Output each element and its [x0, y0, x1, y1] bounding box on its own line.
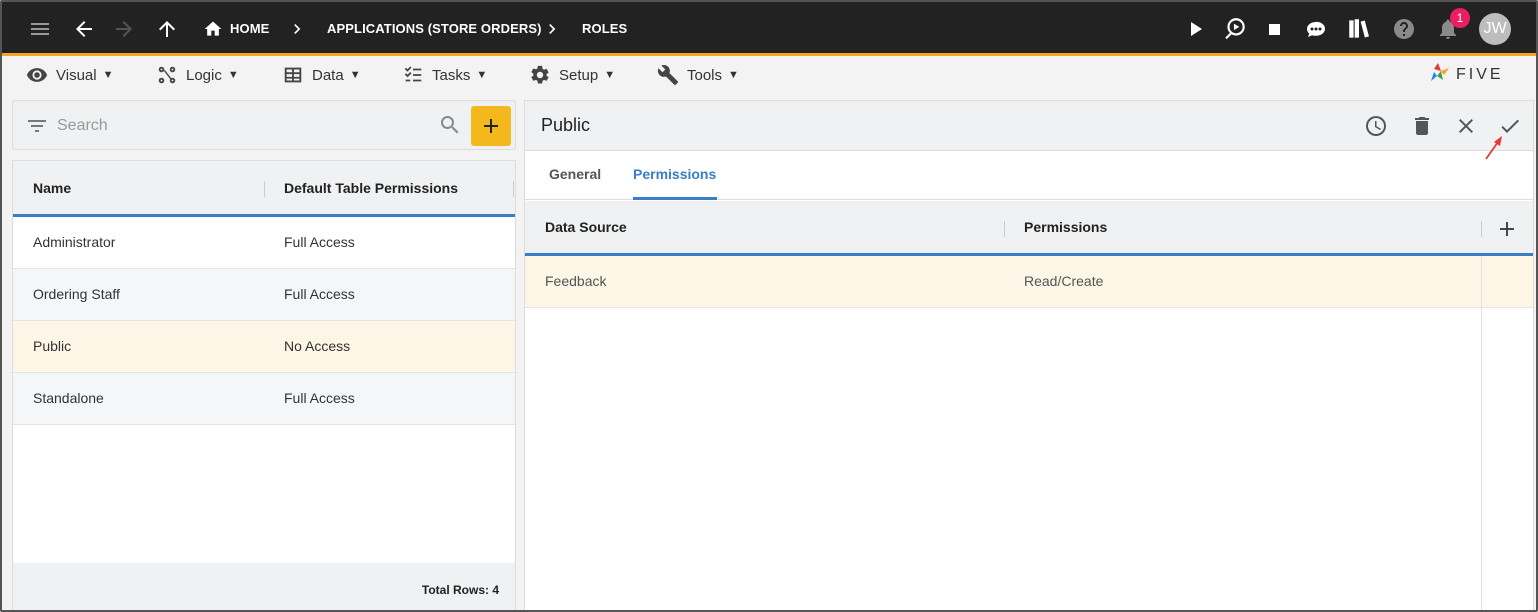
- column-divider[interactable]: [264, 181, 265, 197]
- role-name: Standalone: [33, 390, 104, 406]
- hamburger-menu-icon[interactable]: [28, 17, 52, 41]
- breadcrumb-roles[interactable]: ROLES: [582, 21, 627, 36]
- caret-down-icon: ▼: [476, 69, 488, 81]
- back-arrow-icon[interactable]: [72, 17, 96, 41]
- menu-visual-label: Visual: [56, 66, 97, 84]
- column-header-name[interactable]: Name: [33, 180, 71, 196]
- chevron-right-icon: [540, 17, 564, 41]
- menu-tools[interactable]: Tools ▼: [657, 63, 739, 87]
- checklist-icon: [404, 66, 422, 82]
- role-name: Ordering Staff: [33, 286, 120, 302]
- delete-icon[interactable]: [1410, 114, 1434, 138]
- menu-tasks[interactable]: Tasks ▼: [402, 63, 487, 87]
- role-detail-panel: Public General Permissions Data Source P…: [524, 100, 1534, 610]
- role-name: Public: [33, 338, 72, 354]
- add-role-button[interactable]: [471, 106, 511, 146]
- menu-data-label: Data: [312, 66, 344, 84]
- data-source-cell: Feedback: [545, 273, 607, 289]
- search-input[interactable]: [57, 113, 437, 139]
- total-rows-label: Total Rows: 4: [421, 583, 499, 597]
- menu-bar: Visual ▼ Logic ▼ Data ▼ Tasks ▼ Setup ▼ …: [2, 59, 1536, 91]
- menu-data[interactable]: Data ▼: [282, 63, 361, 87]
- run-inspect-icon[interactable]: [1222, 17, 1248, 41]
- table-icon: [284, 67, 302, 83]
- column-header-data-source[interactable]: Data Source: [545, 219, 627, 235]
- role-permission: Full Access: [284, 390, 355, 406]
- column-header-permissions[interactable]: Permissions: [1024, 219, 1107, 235]
- caret-down-icon: ▼: [102, 69, 114, 81]
- role-name: Administrator: [33, 234, 116, 250]
- app-window: HOME APPLICATIONS (STORE ORDERS) ROLES 1…: [0, 0, 1538, 612]
- detail-header: Public: [525, 101, 1533, 151]
- roles-list-header: Name Default Table Permissions: [13, 161, 515, 217]
- chevron-right-icon: [285, 17, 309, 41]
- filter-icon[interactable]: [25, 114, 49, 138]
- user-avatar[interactable]: JW: [1479, 13, 1511, 45]
- forward-arrow-icon[interactable]: [112, 17, 136, 41]
- role-permission: No Access: [284, 338, 351, 354]
- permissions-table-header: Data Source Permissions: [525, 201, 1533, 256]
- column-divider[interactable]: [1004, 221, 1005, 237]
- top-bar: HOME APPLICATIONS (STORE ORDERS) ROLES 1…: [2, 2, 1536, 56]
- tab-permissions[interactable]: Permissions: [633, 166, 716, 182]
- tools-icon: [657, 65, 679, 86]
- close-icon[interactable]: [1454, 114, 1478, 138]
- eye-icon: [26, 68, 48, 82]
- search-bar: [12, 100, 516, 150]
- table-row[interactable]: Ordering Staff Full Access: [13, 269, 515, 321]
- column-divider[interactable]: [1481, 221, 1482, 237]
- caret-down-icon: ▼: [349, 69, 361, 81]
- search-icon[interactable]: [438, 113, 462, 137]
- chat-bot-icon[interactable]: [1303, 17, 1329, 41]
- column-header-default-permissions[interactable]: Default Table Permissions: [284, 180, 458, 196]
- tab-general[interactable]: General: [549, 166, 601, 182]
- history-icon[interactable]: [1364, 114, 1388, 138]
- menu-setup-label: Setup: [559, 66, 599, 84]
- five-logo: FIVE: [1431, 63, 1504, 83]
- menu-tasks-label: Tasks: [432, 66, 471, 84]
- roles-list: Name Default Table Permissions Administr…: [12, 160, 516, 610]
- menu-logic[interactable]: Logic ▼: [156, 63, 239, 87]
- menu-setup[interactable]: Setup ▼: [529, 63, 615, 87]
- breadcrumb-home[interactable]: HOME: [230, 21, 269, 36]
- library-books-icon[interactable]: [1346, 17, 1372, 41]
- stop-icon[interactable]: [1262, 17, 1286, 41]
- detail-tabs: General Permissions: [525, 151, 1533, 200]
- caret-down-icon: ▼: [227, 69, 239, 81]
- add-permission-icon[interactable]: [1495, 217, 1519, 241]
- table-row[interactable]: Standalone Full Access: [13, 373, 515, 425]
- caret-down-icon: ▼: [728, 69, 739, 81]
- active-tab-indicator: [633, 197, 717, 200]
- role-permission: Full Access: [284, 286, 355, 302]
- help-icon[interactable]: [1392, 17, 1416, 41]
- logo-text: FIVE: [1456, 66, 1504, 83]
- breadcrumb-applications[interactable]: APPLICATIONS (STORE ORDERS): [327, 21, 542, 36]
- roles-list-footer: Total Rows: 4: [13, 563, 515, 610]
- table-row[interactable]: Administrator Full Access: [13, 217, 515, 269]
- gear-icon: [531, 65, 549, 84]
- menu-tools-label: Tools: [687, 66, 723, 84]
- caret-down-icon: ▼: [604, 69, 616, 81]
- run-icon[interactable]: [1183, 17, 1207, 41]
- permissions-cell: Read/Create: [1024, 273, 1104, 289]
- detail-title: Public: [541, 115, 591, 135]
- role-permission: Full Access: [284, 234, 355, 250]
- menu-logic-label: Logic: [186, 66, 222, 84]
- column-divider-line: [1481, 256, 1482, 610]
- table-row[interactable]: Feedback Read/Create: [525, 256, 1533, 308]
- up-arrow-icon[interactable]: [155, 17, 179, 41]
- table-row-selected[interactable]: Public No Access: [13, 321, 515, 373]
- column-divider[interactable]: [513, 181, 514, 197]
- logic-icon: [158, 66, 176, 84]
- annotation-arrow-icon: [1485, 136, 1502, 160]
- plus-icon: [484, 119, 498, 133]
- home-icon[interactable]: [202, 17, 224, 41]
- menu-visual[interactable]: Visual ▼: [26, 63, 113, 87]
- notification-count-badge: 1: [1450, 8, 1470, 28]
